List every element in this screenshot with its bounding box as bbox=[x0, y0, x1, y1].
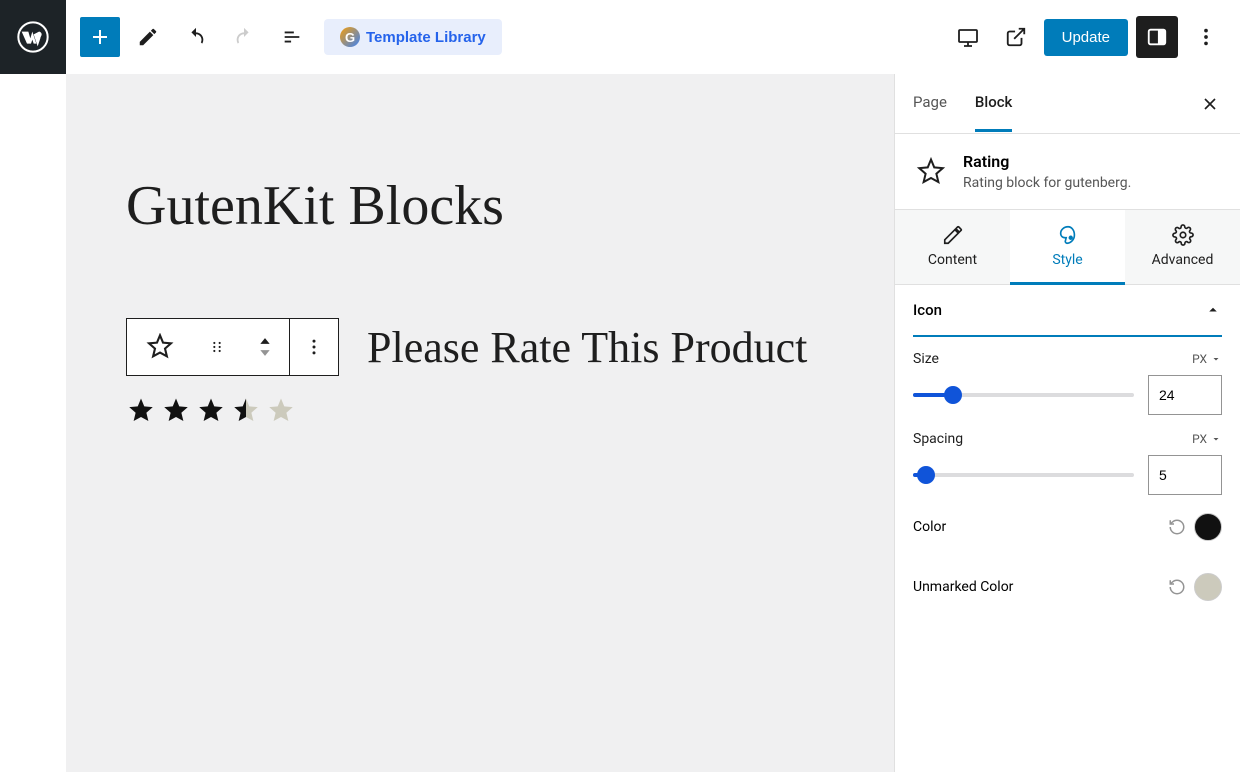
drag-handle[interactable] bbox=[193, 319, 241, 375]
subtab-content[interactable]: Content bbox=[895, 210, 1010, 284]
color-label: Color bbox=[913, 519, 946, 535]
panel-icon-header[interactable]: Icon bbox=[913, 285, 1222, 337]
subtab-advanced[interactable]: Advanced bbox=[1125, 210, 1240, 284]
update-label: Update bbox=[1062, 29, 1110, 46]
size-input[interactable] bbox=[1148, 375, 1222, 415]
block-desc: Rating block for gutenberg. bbox=[963, 175, 1131, 191]
view-external-button[interactable] bbox=[996, 17, 1036, 57]
size-slider[interactable] bbox=[913, 385, 1134, 405]
reset-icon[interactable] bbox=[1168, 578, 1186, 596]
wordpress-logo[interactable] bbox=[0, 0, 66, 74]
tab-block[interactable]: Block bbox=[975, 75, 1012, 132]
panel-icon bbox=[1146, 26, 1168, 48]
dots-vertical-icon bbox=[1195, 26, 1217, 48]
plus-icon bbox=[88, 25, 112, 49]
pencil-icon bbox=[942, 224, 964, 246]
gutenkit-icon: G bbox=[340, 27, 360, 47]
star-empty-icon bbox=[266, 396, 296, 426]
close-sidebar-button[interactable] bbox=[1198, 92, 1222, 116]
document-outline-button[interactable] bbox=[272, 17, 312, 57]
desktop-icon bbox=[956, 25, 980, 49]
chevron-up-icon bbox=[1204, 301, 1222, 319]
chevron-down-icon bbox=[1210, 353, 1222, 365]
spacing-label: Spacing bbox=[913, 431, 963, 447]
template-library-button[interactable]: G Template Library bbox=[324, 19, 502, 55]
subtab-style[interactable]: Style bbox=[1010, 210, 1125, 285]
block-icon bbox=[913, 154, 949, 190]
tab-page[interactable]: Page bbox=[913, 75, 947, 132]
star-icon bbox=[126, 396, 156, 426]
block-title: Rating bbox=[963, 152, 1131, 171]
outline-icon bbox=[281, 26, 303, 48]
sidebar-toggle-button[interactable] bbox=[1136, 16, 1178, 58]
unmarked-color-swatch[interactable] bbox=[1194, 573, 1222, 601]
add-block-button[interactable] bbox=[80, 17, 120, 57]
rating-stars[interactable] bbox=[126, 396, 834, 426]
star-outline-icon bbox=[916, 157, 946, 187]
external-icon bbox=[1005, 26, 1027, 48]
star-icon bbox=[196, 396, 226, 426]
undo-icon bbox=[185, 26, 207, 48]
unmarked-color-label: Unmarked Color bbox=[913, 579, 1013, 595]
template-library-label: Template Library bbox=[366, 29, 486, 46]
reset-icon[interactable] bbox=[1168, 518, 1186, 536]
edit-button[interactable] bbox=[128, 17, 168, 57]
star-outline-icon bbox=[146, 333, 174, 361]
paint-icon bbox=[1057, 224, 1079, 246]
chevron-up-icon bbox=[258, 336, 272, 346]
page-title[interactable]: GutenKit Blocks bbox=[126, 174, 834, 238]
size-unit-selector[interactable]: PX bbox=[1192, 352, 1222, 366]
move-up-down[interactable] bbox=[241, 319, 289, 375]
block-header: Rating Rating block for gutenberg. bbox=[895, 134, 1240, 210]
gear-icon bbox=[1172, 224, 1194, 246]
spacing-unit-selector[interactable]: PX bbox=[1192, 432, 1222, 446]
star-icon bbox=[161, 396, 191, 426]
drag-icon bbox=[209, 339, 225, 355]
block-more-button[interactable] bbox=[290, 319, 338, 375]
redo-button[interactable] bbox=[224, 17, 264, 57]
spacing-slider[interactable] bbox=[913, 465, 1134, 485]
chevron-down-icon bbox=[1210, 433, 1222, 445]
rating-label-text[interactable]: Please Rate This Product bbox=[367, 322, 807, 373]
spacing-input[interactable] bbox=[1148, 455, 1222, 495]
chevron-down-icon bbox=[258, 348, 272, 358]
more-options-button[interactable] bbox=[1186, 17, 1226, 57]
close-icon bbox=[1200, 94, 1220, 114]
dots-vertical-icon bbox=[304, 337, 324, 357]
pencil-icon bbox=[137, 26, 159, 48]
size-label: Size bbox=[913, 351, 939, 367]
view-desktop-button[interactable] bbox=[948, 17, 988, 57]
update-button[interactable]: Update bbox=[1044, 19, 1128, 56]
redo-icon bbox=[233, 26, 255, 48]
block-toolbar bbox=[126, 318, 339, 376]
color-swatch[interactable] bbox=[1194, 513, 1222, 541]
editor-topbar: G Template Library Update bbox=[66, 0, 1240, 74]
editor-canvas[interactable]: GutenKit Blocks bbox=[66, 74, 894, 772]
undo-button[interactable] bbox=[176, 17, 216, 57]
block-type-button[interactable] bbox=[127, 319, 193, 375]
settings-sidebar: Page Block Rating Rating block for guten… bbox=[894, 74, 1240, 772]
star-half-icon bbox=[231, 396, 261, 426]
